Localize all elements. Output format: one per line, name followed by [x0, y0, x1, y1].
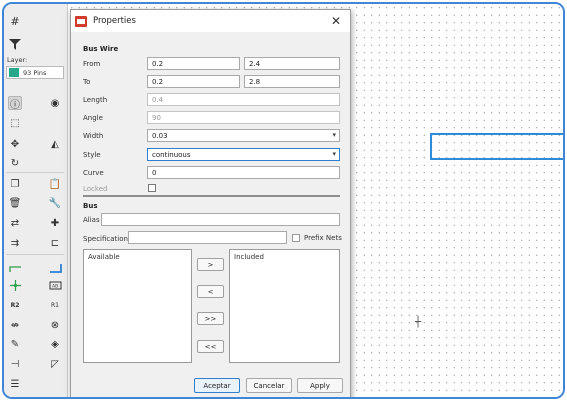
wrench-icon[interactable]: 🔧: [48, 196, 62, 210]
included-header: Included: [234, 253, 264, 261]
apply-button[interactable]: Apply: [297, 378, 343, 393]
close-icon[interactable]: ✕: [329, 14, 343, 28]
from-x-field[interactable]: 0.2: [147, 57, 240, 70]
accept-button[interactable]: Aceptar: [194, 378, 240, 393]
alias-label: Alias: [83, 216, 100, 224]
layer-select[interactable]: 93 Pins: [6, 66, 64, 79]
available-list[interactable]: Available: [83, 249, 192, 363]
available-header: Available: [88, 253, 120, 261]
left-toolbar: # Layer: 93 Pins ⓘ ◉ ⬚ ✥ ◭ ↻ ❐ 📋 🗑 🔧 ⇄ ✚…: [4, 4, 68, 397]
value-icon[interactable]: R1: [48, 298, 62, 312]
layer-color-swatch: [9, 68, 19, 77]
locked-label: Locked: [83, 185, 108, 193]
width-select[interactable]: 0.03: [147, 129, 340, 142]
move-all-left-button[interactable]: <<: [197, 340, 224, 353]
width-label: Width: [83, 132, 104, 140]
move-all-right-button[interactable]: >>: [197, 312, 224, 325]
from-label: From: [83, 60, 101, 68]
svg-text:AB: AB: [52, 283, 58, 289]
move-right-button[interactable]: >: [197, 258, 224, 271]
mirror-icon[interactable]: ◭: [48, 137, 62, 151]
app-icon: [75, 15, 87, 27]
bus-section-title: Bus: [83, 202, 98, 210]
dialog-title: Properties: [93, 16, 136, 26]
style-label: Style: [83, 151, 101, 159]
rotate-icon[interactable]: ↻: [8, 156, 22, 170]
pin-swap-icon[interactable]: ⊗: [48, 318, 62, 332]
to-x-field[interactable]: 0.2: [147, 75, 240, 88]
layer-name: 93 Pins: [23, 68, 47, 77]
move-icon[interactable]: ✥: [8, 137, 22, 151]
curve-field[interactable]: 0: [147, 166, 340, 179]
cancel-button[interactable]: Cancelar: [246, 378, 292, 393]
alias-field[interactable]: [101, 213, 340, 226]
info-icon[interactable]: ⓘ: [8, 96, 22, 111]
locked-checkbox[interactable]: [148, 184, 156, 192]
width-value: 0.03: [152, 131, 168, 140]
bus-wire-section-title: Bus Wire: [83, 45, 119, 53]
delete-icon[interactable]: 🗑: [8, 196, 22, 210]
length-label: Length: [83, 96, 108, 104]
label-icon[interactable]: AB: [48, 278, 62, 292]
paste-icon[interactable]: 📋: [48, 177, 62, 191]
style-value: continuous: [152, 150, 191, 159]
dialog-titlebar[interactable]: Properties ✕: [71, 10, 350, 32]
prefix-nets-label: Prefix Nets: [304, 234, 342, 242]
filter-icon[interactable]: [8, 37, 22, 51]
properties-dialog: Properties ✕ Bus Wire From 0.2 2.4 To 0.…: [70, 9, 351, 397]
from-y-field[interactable]: 2.4: [244, 57, 340, 70]
pin-icon[interactable]: ⊣: [8, 357, 22, 371]
cursor-crosshair-icon: ┼: [415, 317, 422, 328]
toolbar-divider: [6, 254, 64, 255]
select-area-icon[interactable]: ⬚: [8, 116, 22, 130]
selected-bus-wire[interactable]: [430, 133, 563, 160]
app-window: ┼ # Layer: 93 Pins ⓘ ◉ ⬚ ✥ ◭ ↻ ❐ 📋 🗑 🔧 ⇄…: [2, 2, 565, 399]
copy-icon[interactable]: ❐: [8, 177, 22, 191]
replace-icon[interactable]: ⇄: [8, 216, 22, 230]
specification-field[interactable]: [128, 231, 287, 244]
to-label: To: [83, 78, 91, 86]
prefix-nets-checkbox[interactable]: [292, 234, 300, 242]
line-icon[interactable]: ◸: [48, 357, 62, 371]
move-left-button[interactable]: <: [197, 285, 224, 298]
included-list[interactable]: Included: [229, 249, 340, 363]
add-part-icon[interactable]: ✚: [48, 216, 62, 230]
to-y-field[interactable]: 2.8: [244, 75, 340, 88]
split-icon[interactable]: ⇎: [8, 318, 22, 332]
angle-field: 90: [147, 111, 340, 124]
specification-label: Specification: [83, 235, 128, 243]
layer-label: Layer:: [7, 56, 28, 64]
curve-label: Curve: [83, 169, 104, 177]
section-divider: [83, 195, 340, 197]
angle-label: Angle: [83, 114, 103, 122]
paint-icon[interactable]: ✎: [8, 337, 22, 351]
style-select[interactable]: continuous: [147, 148, 340, 161]
length-field: 0.4: [147, 93, 340, 106]
tag-icon[interactable]: ◈: [48, 337, 62, 351]
toolbar-divider: [6, 172, 64, 173]
grid-icon[interactable]: #: [8, 14, 22, 28]
swap-icon[interactable]: ⇉: [8, 236, 22, 250]
gate-icon[interactable]: ⊏: [48, 236, 62, 250]
junction-icon[interactable]: [8, 278, 22, 292]
wire-icon[interactable]: [8, 259, 22, 273]
align-icon[interactable]: ☰: [8, 377, 22, 391]
eye-icon[interactable]: ◉: [48, 96, 62, 110]
name-icon[interactable]: R2: [8, 298, 22, 312]
bus-icon[interactable]: [48, 259, 62, 273]
